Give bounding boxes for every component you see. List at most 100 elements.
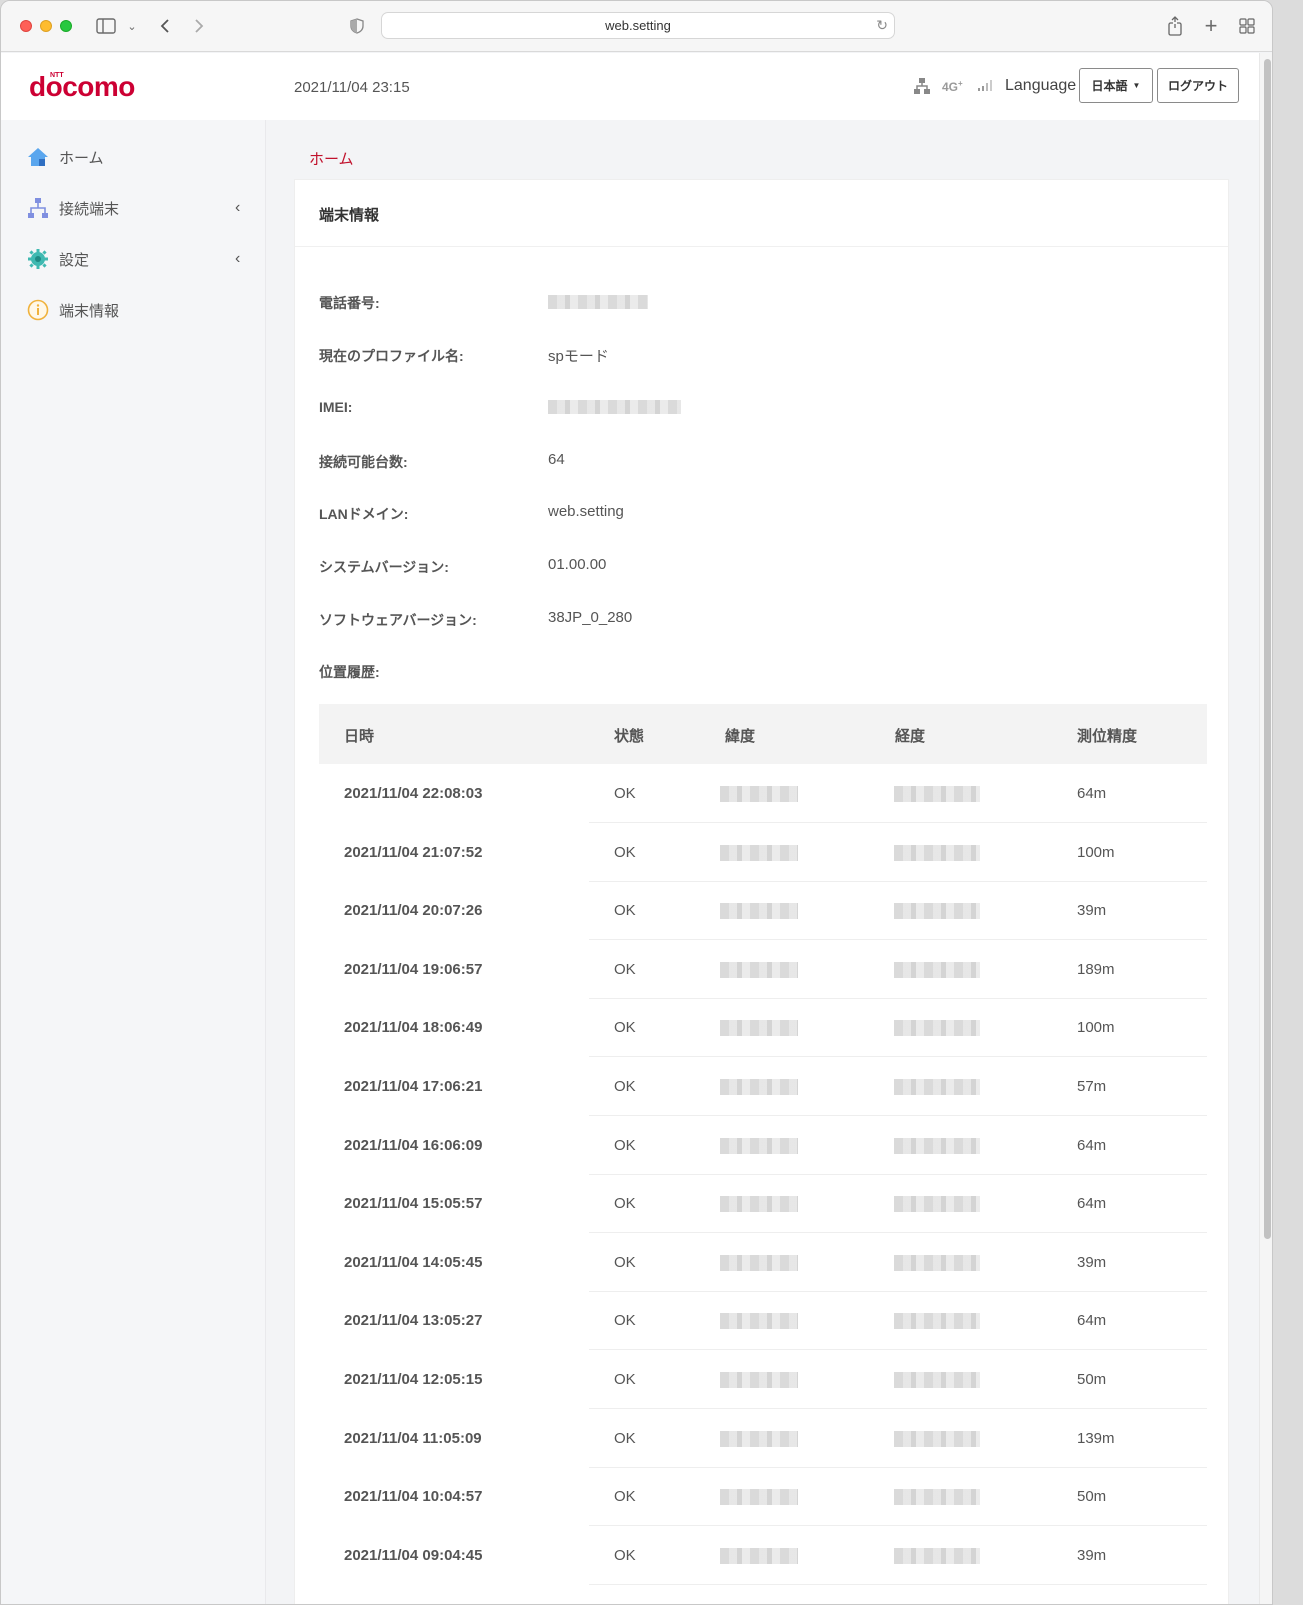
sidebar-item-home[interactable]: ホーム <box>1 137 266 177</box>
table-row: 2021/11/04 09:04:45 OK 39m <box>319 1526 1207 1585</box>
sidebar-item-connected-devices[interactable]: 接続端末 ‹ <box>1 188 266 228</box>
address-text: web.setting <box>605 18 671 33</box>
info-icon <box>27 299 49 321</box>
row-accuracy: 64m <box>1077 1312 1107 1330</box>
row-accuracy: 50m <box>1077 1488 1107 1506</box>
logout-button[interactable]: ログアウト <box>1157 68 1239 103</box>
row-status: OK <box>614 1019 636 1037</box>
row-datetime: 2021/11/04 10:04:57 <box>344 1488 483 1506</box>
row-accuracy: 39m <box>1077 1546 1107 1564</box>
language-label: Language <box>1005 77 1077 94</box>
row-datetime: 2021/11/04 22:08:03 <box>344 785 483 802</box>
row-status: OK <box>614 1429 636 1447</box>
web-page: NTT docomo 2021/11/04 23:15 4G+ Language… <box>1 53 1259 1604</box>
row-status: OK <box>614 902 636 920</box>
column-header-latitude: 緯度 <box>725 728 756 745</box>
column-header-accuracy: 測位精度 <box>1077 728 1138 745</box>
sidebar-item-label: ホーム <box>59 149 104 167</box>
row-accuracy: 100m <box>1077 1019 1115 1037</box>
language-select[interactable]: 日本語 ▼ <box>1079 68 1153 103</box>
table-row: 2021/11/04 12:05:15 OK 50m <box>319 1350 1207 1409</box>
row-accuracy: 64m <box>1077 1195 1107 1213</box>
row-longitude-blurred <box>894 1254 980 1275</box>
row-status: OK <box>614 1078 636 1095</box>
row-longitude-blurred <box>894 1196 980 1216</box>
row-latitude-blurred <box>720 786 798 806</box>
breadcrumb[interactable]: ホーム <box>309 148 354 169</box>
language-select-value: 日本語 <box>1091 79 1128 93</box>
close-window-button[interactable] <box>20 20 32 32</box>
column-header-status: 状態 <box>614 728 645 745</box>
row-accuracy: 50m <box>1077 1371 1107 1388</box>
row-accuracy: 189m <box>1077 960 1115 978</box>
row-accuracy: 57m <box>1077 1078 1107 1095</box>
tab-overview-icon[interactable] <box>1237 14 1257 38</box>
chevron-down-icon[interactable]: ⌄ <box>125 14 139 38</box>
minimize-window-button[interactable] <box>40 20 52 32</box>
forward-icon[interactable] <box>189 14 209 38</box>
table-row: 2021/11/04 17:06:21 OK 57m <box>319 1057 1207 1116</box>
table-row: 2021/11/04 20:07:26 OK 39m <box>319 881 1207 941</box>
row-longitude-blurred <box>894 844 980 865</box>
column-header-datetime: 日時 <box>344 728 375 745</box>
sidebar-toggle-icon[interactable] <box>95 14 117 38</box>
row-longitude-blurred <box>894 786 980 806</box>
row-status: OK <box>614 785 636 802</box>
row-accuracy: 64m <box>1077 785 1107 802</box>
browser-window: ⌄ web.setting ↻ + NTT docomo 2021/11/04 … <box>0 0 1273 1605</box>
logo-area: NTT docomo <box>1 53 266 120</box>
imei-value <box>548 400 681 418</box>
row-latitude-blurred <box>720 1079 798 1099</box>
row-divider <box>589 1583 1207 1585</box>
row-datetime: 2021/11/04 12:05:15 <box>344 1371 483 1388</box>
docomo-logo[interactable]: docomo <box>29 71 135 103</box>
row-accuracy: 139m <box>1077 1429 1115 1447</box>
page-scrollbar[interactable] <box>1259 53 1272 1604</box>
card-title: 端末情報 <box>319 207 380 224</box>
sidebar-item-settings[interactable]: 設定 ‹ <box>1 239 266 279</box>
row-latitude-blurred <box>720 903 798 923</box>
system-version-value: 01.00.00 <box>548 556 607 573</box>
new-tab-icon[interactable]: + <box>1201 13 1221 38</box>
row-status: OK <box>614 1195 636 1213</box>
lan-domain-value: web.setting <box>548 503 624 520</box>
row-latitude-blurred <box>720 1313 798 1333</box>
back-icon[interactable] <box>155 14 175 38</box>
table-row: 2021/11/04 13:05:27 OK 64m <box>319 1291 1207 1351</box>
table-row: 2021/11/04 14:05:45 OK 39m <box>319 1233 1207 1292</box>
row-latitude-blurred <box>720 1430 798 1451</box>
reload-icon[interactable]: ↻ <box>876 17 888 34</box>
zoom-window-button[interactable] <box>60 20 72 32</box>
phone-number-value <box>548 295 648 313</box>
sidebar-item-device-info[interactable]: 端末情報 <box>1 290 266 330</box>
privacy-shield-icon[interactable] <box>347 14 367 38</box>
row-status: OK <box>614 1371 636 1388</box>
row-status: OK <box>614 843 636 861</box>
browser-toolbar: ⌄ web.setting ↻ + <box>1 1 1272 52</box>
card-divider <box>295 246 1228 247</box>
row-longitude-blurred <box>894 903 980 923</box>
row-accuracy: 64m <box>1077 1136 1107 1154</box>
share-icon[interactable] <box>1165 14 1185 38</box>
row-latitude-blurred <box>720 1547 798 1568</box>
scrollbar-thumb[interactable] <box>1264 59 1271 1239</box>
max-connections-value: 64 <box>548 451 565 468</box>
table-row: 2021/11/04 16:06:09 OK 64m <box>319 1116 1207 1175</box>
row-latitude-blurred <box>720 844 798 865</box>
row-longitude-blurred <box>894 1079 980 1099</box>
network-type-sup: + <box>958 79 963 88</box>
row-status: OK <box>614 1136 636 1154</box>
row-status: OK <box>614 1312 636 1330</box>
sidebar-item-label: 接続端末 <box>59 200 120 218</box>
table-row: 2021/11/04 18:06:49 OK 100m <box>319 998 1207 1058</box>
gear-icon <box>27 248 49 270</box>
address-bar[interactable]: web.setting ↻ <box>381 12 895 39</box>
caret-down-icon: ▼ <box>1132 81 1141 90</box>
signal-strength-icon <box>977 78 993 92</box>
row-longitude-blurred <box>894 961 980 982</box>
home-icon <box>27 146 49 168</box>
row-datetime: 2021/11/04 21:07:52 <box>344 843 483 861</box>
blurred-value <box>548 295 648 309</box>
row-accuracy: 39m <box>1077 1253 1107 1271</box>
blurred-value <box>548 400 681 414</box>
